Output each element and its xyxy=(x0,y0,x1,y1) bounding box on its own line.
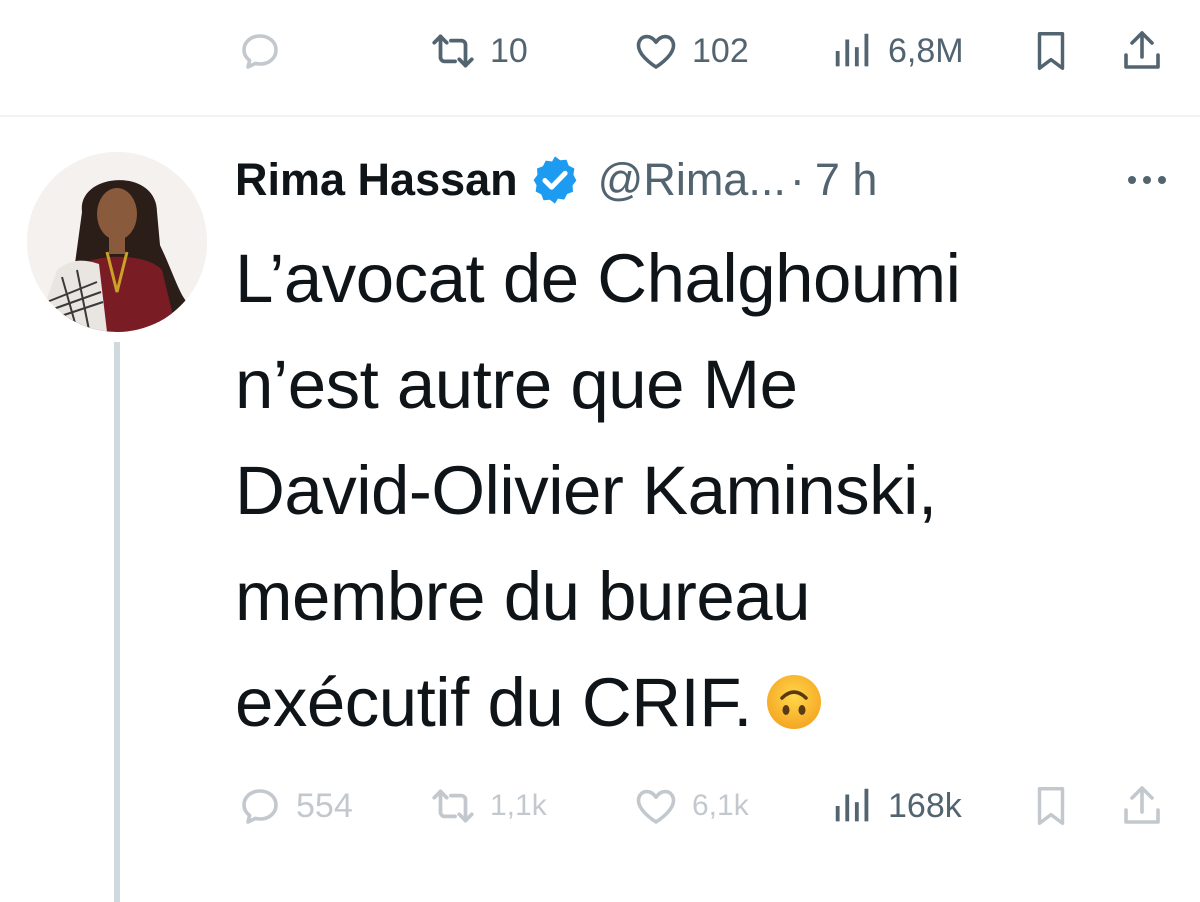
top-retweet-button[interactable]: 10 xyxy=(428,11,528,91)
heart-icon xyxy=(636,789,676,824)
tweet-header: Rima Hassan @Rima... · 7 h xyxy=(235,150,1175,210)
tweet-text: L’avocat de Chalghoumi n’est autre que M… xyxy=(235,226,1185,756)
verified-badge-icon xyxy=(533,156,577,204)
retweet-icon xyxy=(432,34,474,68)
top-views-button[interactable]: 6,8M xyxy=(830,11,964,91)
top-bookmark-button[interactable] xyxy=(1028,11,1074,91)
retweet-count: 1,1k xyxy=(490,789,547,822)
reply-count: 554 xyxy=(296,786,353,825)
tweet-text-line: L’avocat de Chalghoumi xyxy=(235,240,961,317)
like-count: 6,1k xyxy=(692,789,749,822)
retweet-icon xyxy=(432,789,474,823)
upside-down-face-emoji xyxy=(766,674,821,729)
reply-button[interactable]: 554 xyxy=(236,766,353,846)
views-button[interactable]: 168k xyxy=(830,766,962,846)
views-icon xyxy=(835,788,869,822)
top-like-count: 102 xyxy=(692,31,749,70)
tweet-text-line: n’est autre que Me xyxy=(235,346,798,423)
retweet-button[interactable]: 1,1k xyxy=(428,766,547,846)
tweet-text-line: membre du bureau xyxy=(235,558,811,635)
avatar[interactable] xyxy=(27,152,207,332)
heart-icon xyxy=(636,34,676,69)
profile-photo xyxy=(27,152,207,332)
tweet-text-line: exécutif du CRIF. xyxy=(235,664,752,741)
more-icon[interactable] xyxy=(1124,165,1170,195)
author-handle[interactable]: @Rima... xyxy=(598,154,786,206)
top-action-bar: 10 102 6,8M xyxy=(0,11,1200,91)
top-share-button[interactable] xyxy=(1118,11,1166,91)
top-retweet-count: 10 xyxy=(490,31,528,70)
views-count: 168k xyxy=(888,786,962,825)
top-reply-button[interactable] xyxy=(236,11,284,91)
separator-dot: · xyxy=(789,154,805,205)
top-views-count: 6,8M xyxy=(888,31,964,70)
bookmark-button[interactable] xyxy=(1028,766,1074,846)
share-icon xyxy=(1124,31,1160,69)
reply-icon xyxy=(242,789,278,824)
views-icon xyxy=(835,33,869,67)
author-name[interactable]: Rima Hassan xyxy=(235,154,518,206)
tweet-text-last-line: exécutif du CRIF. xyxy=(235,650,1185,756)
share-button[interactable] xyxy=(1118,766,1166,846)
bookmark-icon xyxy=(1037,787,1065,825)
tweet-timestamp[interactable]: 7 h xyxy=(815,154,878,206)
top-like-button[interactable]: 102 xyxy=(632,11,749,91)
like-button[interactable]: 6,1k xyxy=(632,766,749,846)
tweet-action-bar: 554 1,1k 6,1k 168k xyxy=(0,766,1200,846)
reply-icon xyxy=(242,34,278,69)
tweet-text-line: David-Olivier Kaminski, xyxy=(235,452,937,529)
tweet-divider xyxy=(0,115,1200,117)
share-icon xyxy=(1124,786,1160,824)
bookmark-icon xyxy=(1037,32,1065,70)
